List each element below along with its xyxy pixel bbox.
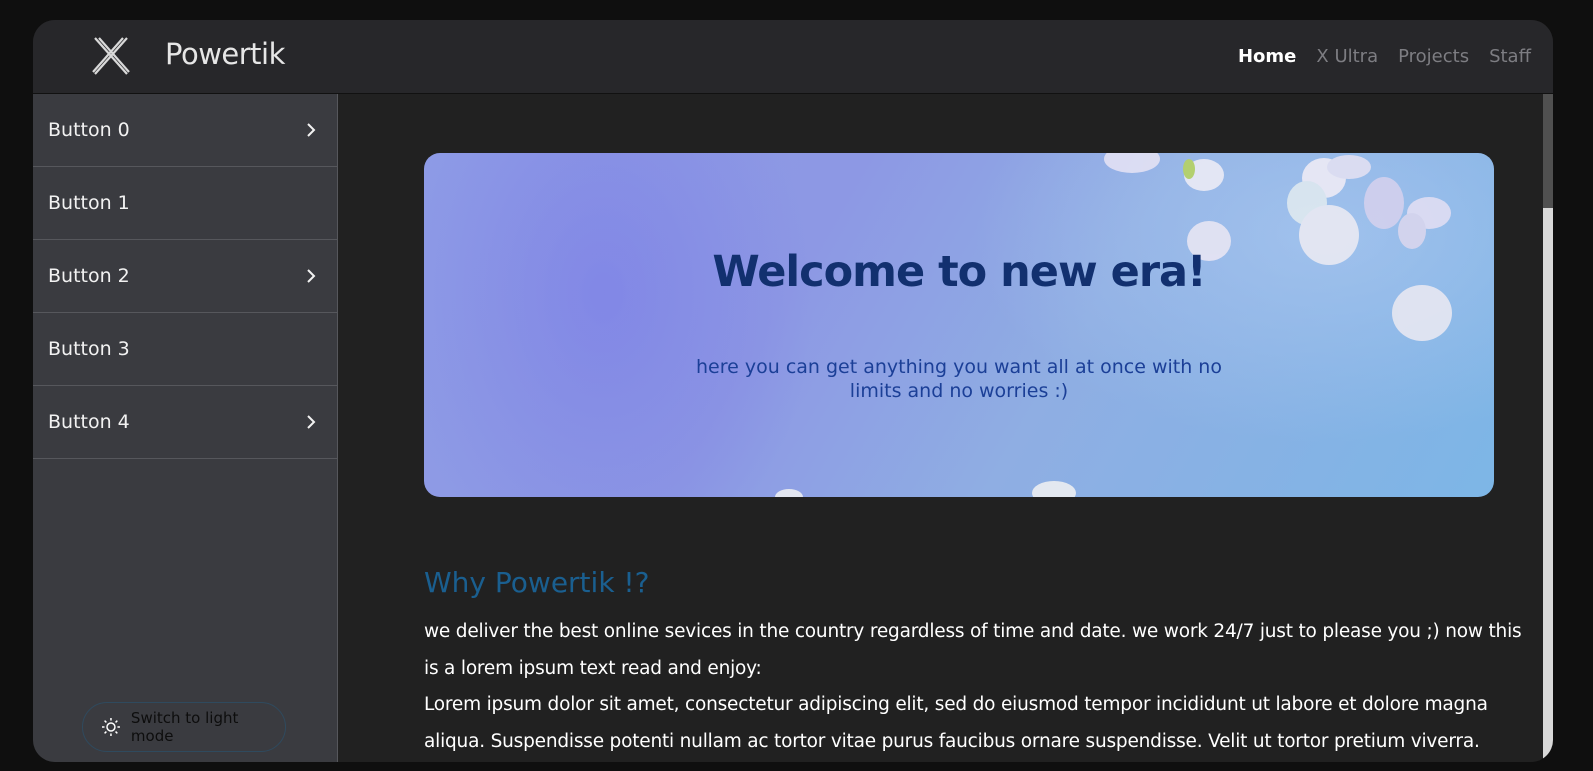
sidebar-item-button-1[interactable]: Button 1 [33,167,337,240]
hero-subtitle: here you can get anything you want all a… [696,356,1222,402]
nav-x-ultra[interactable]: X Ultra [1316,46,1378,67]
sun-icon [101,718,120,736]
section-paragraph-1: we deliver the best online sevices in th… [424,621,1522,679]
section-paragraph-2: Lorem ipsum dolor sit amet, consectetur … [424,694,1488,752]
brand-name[interactable]: Powertik [165,37,285,71]
sidebar-item-label: Button 2 [48,265,130,287]
app-window: Powertik Home X Ultra Projects Staff But… [33,20,1553,762]
section-body: we deliver the best online sevices in th… [424,614,1524,762]
x-logo-icon[interactable] [91,36,131,76]
main-content: Welcome to new era! here you can get any… [338,94,1553,762]
vertical-scrollbar[interactable] [1543,94,1553,762]
sidebar-item-label: Button 4 [48,411,130,433]
sidebar-item-button-4[interactable]: Button 4 [33,386,337,459]
petals-decoration [775,153,1452,497]
chevron-right-icon [307,269,316,283]
chevron-right-icon [307,415,316,429]
sidebar-item-label: Button 3 [48,338,130,360]
hero-banner: Welcome to new era! here you can get any… [424,153,1494,497]
sidebar: Button 0 Button 1 Button 2 Button 3 Butt… [33,94,338,762]
scrollbar-thumb[interactable] [1543,94,1553,208]
switch-light-mode-button[interactable]: Switch to light mode [82,702,286,752]
nav-staff[interactable]: Staff [1489,46,1531,67]
sidebar-item-label: Button 1 [48,192,130,214]
sidebar-item-label: Button 0 [48,119,130,141]
chevron-right-icon [307,123,316,137]
nav-home[interactable]: Home [1238,46,1296,67]
top-navbar: Powertik Home X Ultra Projects Staff [33,20,1553,94]
hero-title: Welcome to new era! [712,247,1206,297]
sidebar-item-button-0[interactable]: Button 0 [33,94,337,167]
nav-projects[interactable]: Projects [1398,46,1469,67]
sidebar-item-button-2[interactable]: Button 2 [33,240,337,313]
section-title: Why Powertik !? [424,566,650,599]
main-nav: Home X Ultra Projects Staff [1238,46,1531,67]
mode-button-label: Switch to light mode [130,709,239,745]
sidebar-item-button-3[interactable]: Button 3 [33,313,337,386]
